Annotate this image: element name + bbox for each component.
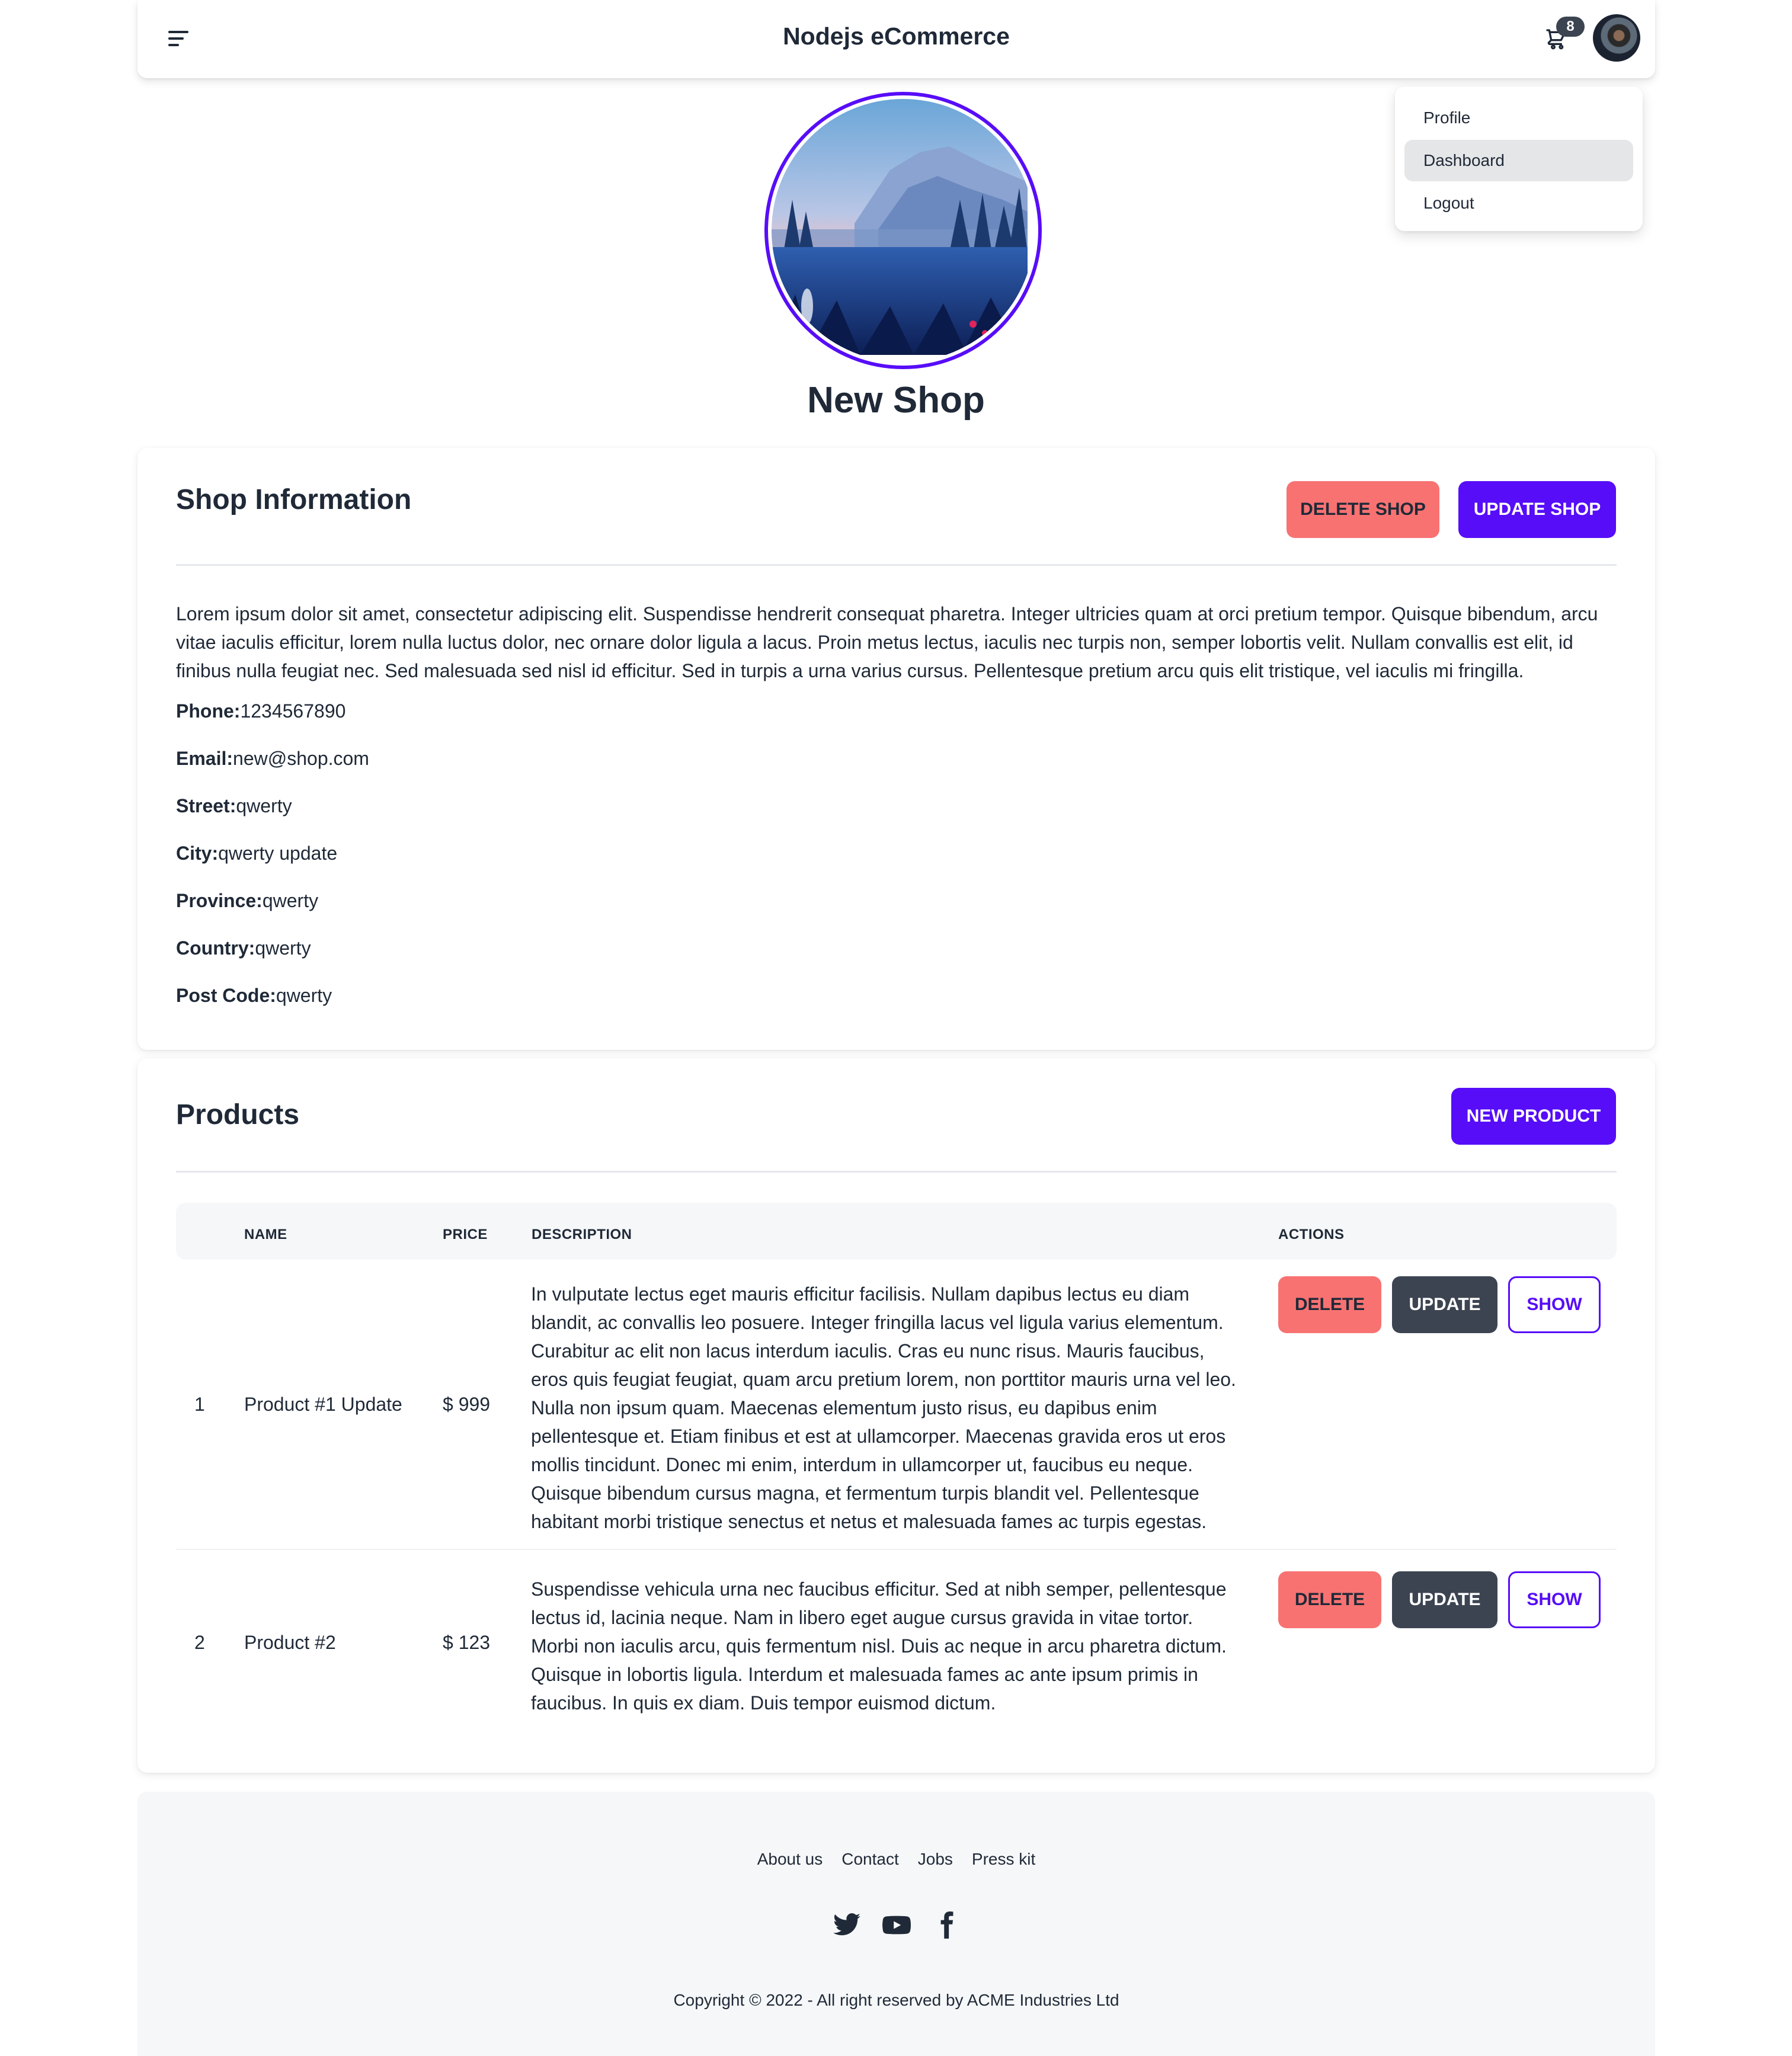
twitter-icon[interactable] [832, 1910, 862, 1940]
footer-link-press-kit[interactable]: Press kit [972, 1850, 1035, 1869]
landscape-illustration [772, 99, 1028, 355]
show-product-button[interactable]: SHOW [1508, 1571, 1601, 1628]
table-header: NAME PRICE DESCRIPTION ACTIONS [176, 1203, 1617, 1260]
shop-description: Lorem ipsum dolor sit amet, consectetur … [176, 603, 1598, 681]
field-value: qwerty [262, 890, 319, 911]
footer-link-jobs[interactable]: Jobs [918, 1850, 953, 1869]
row-index: 1 [194, 1394, 205, 1415]
column-header-name: NAME [244, 1226, 287, 1242]
product-description: Suspendisse vehicula urna nec faucibus e… [531, 1578, 1227, 1714]
country-field: Country:qwerty [176, 937, 311, 959]
field-value: qwerty update [218, 843, 338, 864]
menu-item-logout[interactable]: Logout [1404, 182, 1633, 224]
shop-information-title: Shop Information [176, 484, 412, 515]
field-label: Phone: [176, 700, 241, 722]
product-name: Product #1 Update [244, 1394, 402, 1415]
field-label: City: [176, 843, 219, 864]
delete-product-button[interactable]: DELETE [1278, 1276, 1381, 1333]
products-card: Products NEW PRODUCT NAME PRICE DESCRIPT… [137, 1058, 1655, 1773]
footer: About us Contact Jobs Press kit Copyrigh… [137, 1792, 1655, 2056]
show-product-button[interactable]: SHOW [1508, 1276, 1601, 1333]
row-divider [176, 1549, 1617, 1550]
facebook-icon[interactable] [932, 1910, 961, 1940]
product-name: Product #2 [244, 1632, 336, 1653]
province-field: Province:qwerty [176, 890, 318, 912]
field-label: Street: [176, 795, 236, 816]
navbar: Nodejs eCommerce 8 [137, 0, 1655, 78]
field-label: Country: [176, 937, 255, 959]
row-index: 2 [194, 1632, 205, 1653]
site-title[interactable]: Nodejs eCommerce [137, 23, 1655, 50]
footer-links: About us Contact Jobs Press kit [137, 1850, 1655, 1869]
field-value: qwerty [236, 795, 292, 816]
column-header-description: DESCRIPTION [532, 1226, 632, 1242]
product-price: $ 999 [443, 1394, 491, 1415]
field-label: Province: [176, 890, 263, 911]
products-title: Products [176, 1099, 300, 1131]
field-label: Email: [176, 748, 233, 769]
footer-link-about[interactable]: About us [757, 1850, 823, 1869]
column-header-price: PRICE [443, 1226, 488, 1242]
field-value: qwerty [276, 985, 332, 1006]
cart-count-badge: 8 [1556, 17, 1585, 37]
update-product-button[interactable]: UPDATE [1392, 1571, 1497, 1628]
field-label: Post Code: [176, 985, 276, 1006]
social-links [137, 1910, 1655, 1940]
city-field: City:qwerty update [176, 843, 337, 864]
field-value: qwerty [255, 937, 311, 959]
delete-product-button[interactable]: DELETE [1278, 1571, 1381, 1628]
divider [176, 564, 1617, 566]
post-code-field: Post Code:qwerty [176, 985, 332, 1007]
update-product-button[interactable]: UPDATE [1392, 1276, 1497, 1333]
menu-item-dashboard[interactable]: Dashboard [1404, 140, 1633, 181]
avatar[interactable] [1593, 14, 1640, 62]
copyright-text: Copyright © 2022 - All right reserved by… [673, 1991, 1119, 2009]
field-value: new@shop.com [233, 748, 369, 769]
product-description: In vulputate lectus eget mauris efficitu… [531, 1283, 1236, 1532]
new-product-button[interactable]: NEW PRODUCT [1451, 1088, 1616, 1145]
divider [176, 1171, 1617, 1173]
column-header-actions: ACTIONS [1278, 1226, 1345, 1242]
menu-item-profile[interactable]: Profile [1404, 97, 1633, 139]
phone-field: Phone:1234567890 [176, 700, 345, 722]
field-value: 1234567890 [240, 700, 346, 722]
user-dropdown-menu: Profile Dashboard Logout [1395, 87, 1643, 231]
youtube-icon[interactable] [882, 1910, 911, 1940]
delete-shop-button[interactable]: DELETE SHOP [1287, 481, 1439, 538]
product-price: $ 123 [443, 1632, 491, 1653]
street-field: Street:qwerty [176, 795, 292, 817]
shop-image [764, 92, 1042, 369]
shop-name: New Shop [807, 380, 985, 421]
footer-link-contact[interactable]: Contact [841, 1850, 899, 1869]
update-shop-button[interactable]: UPDATE SHOP [1458, 481, 1616, 538]
email-field: Email:new@shop.com [176, 748, 369, 770]
shop-information-card: Shop Information DELETE SHOP UPDATE SHOP… [137, 448, 1655, 1050]
